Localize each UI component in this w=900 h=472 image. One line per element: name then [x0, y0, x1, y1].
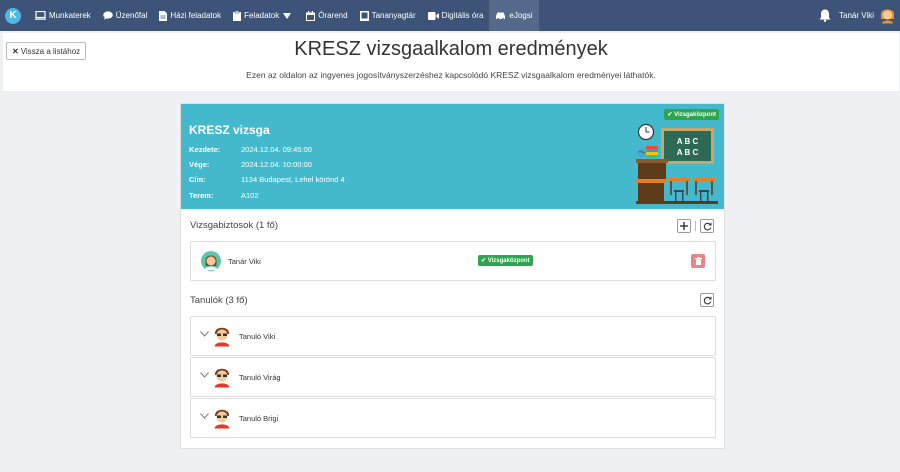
- delete-examiner-button[interactable]: [691, 254, 705, 268]
- examiner-avatar: [201, 251, 221, 271]
- refresh-examiners-button[interactable]: [700, 219, 714, 233]
- detail-label: Terem:: [189, 191, 214, 200]
- exam-header: KRESZ vizsga Kezdete: 2024.12.04. 09:45:…: [181, 104, 724, 209]
- student-row[interactable]: Tanuló Brigi: [190, 398, 716, 438]
- chat-icon: [102, 11, 113, 20]
- detail-value: A102: [241, 191, 259, 200]
- detail-value: 2024.12.04. 10:00:00: [241, 160, 312, 169]
- detail-label: Vége:: [189, 160, 210, 169]
- document-icon: [159, 10, 168, 21]
- user-name[interactable]: Tanár Viki: [839, 11, 874, 20]
- add-examiner-button[interactable]: [677, 219, 691, 233]
- student-name: Tanuló Virág: [239, 373, 281, 382]
- badge-label: Vizsgaközpont: [487, 258, 530, 264]
- exam-title: KRESZ vizsga: [189, 123, 270, 137]
- examiner-row: Tanár Viki ✔ Vizsgaközpont: [190, 241, 716, 281]
- detail-value: 1134 Budapest, Lehel körönd 4: [241, 175, 345, 184]
- car-icon: [496, 12, 506, 20]
- bell-icon[interactable]: [819, 9, 831, 22]
- refresh-students-button[interactable]: [700, 293, 714, 307]
- calendar-icon: [306, 10, 316, 21]
- button-separator: [695, 221, 696, 231]
- exam-detail-end: Vége: 2024.12.04. 10:00:00: [189, 160, 312, 169]
- nav-item-tananyagtar[interactable]: Tananyagtár: [354, 0, 422, 31]
- page-title: KRESZ vizsgaalkalom eredmények: [294, 38, 608, 60]
- student-row[interactable]: Tanuló Virág: [190, 357, 716, 397]
- nav-item-feladatok[interactable]: Feladatok: [227, 0, 300, 31]
- app-logo[interactable]: K: [5, 7, 21, 24]
- examiner-name: Tanár Viki: [228, 257, 261, 266]
- user-avatar[interactable]: [880, 7, 895, 24]
- board-text-line-2: A B C: [677, 148, 699, 157]
- trash-icon: [694, 257, 702, 265]
- monitor-icon: [35, 11, 46, 20]
- refresh-icon: [703, 222, 711, 230]
- page-subtitle: Ezen az oldalon az ingyenes jogosítványs…: [246, 70, 656, 80]
- nav-item-digitalis-ora[interactable]: Digitális óra: [422, 0, 490, 31]
- exam-card: KRESZ vizsga Kezdete: 2024.12.04. 09:45:…: [180, 103, 725, 449]
- chevron-down-icon[interactable]: [200, 331, 209, 337]
- nav-label: Munkaterek: [49, 11, 91, 20]
- top-navbar: K Munkaterek Üzenőfal Házi feladatok Fel…: [0, 0, 900, 31]
- chevron-down-icon[interactable]: [200, 413, 209, 419]
- nav-item-orarend[interactable]: Órarend: [300, 0, 353, 31]
- chevron-down-icon[interactable]: [200, 372, 209, 378]
- student-name: Tanuló Brigi: [239, 414, 279, 423]
- exam-center-badge: ✔ Vizsgaközpont: [664, 109, 719, 120]
- nav-label: Házi feladatok: [170, 11, 222, 20]
- student-row[interactable]: Tanuló Viki: [190, 316, 716, 356]
- badge-label: Vizsgaközpont: [674, 112, 716, 118]
- nav-item-ejogsi[interactable]: eJogsi: [489, 0, 539, 31]
- tasks-icon: [233, 10, 242, 21]
- detail-value: 2024.12.04. 09:45:00: [241, 145, 312, 154]
- page-header: ✕ Vissza a listához KRESZ vizsgaalkalom …: [3, 33, 899, 91]
- user-area: Tanár Viki: [819, 0, 895, 31]
- exam-detail-room: Terem: A102: [189, 191, 259, 200]
- nav-item-munkaterek[interactable]: Munkaterek: [29, 0, 97, 31]
- nav-label: Órarend: [318, 11, 348, 20]
- examiner-badge: ✔ Vizsgaközpont: [478, 255, 533, 266]
- nav-label: Feladatok: [244, 11, 280, 20]
- board-text-line-1: A B C: [677, 137, 699, 146]
- nav-label: Üzenőfal: [115, 11, 148, 20]
- nav-label: Digitális óra: [441, 11, 484, 20]
- classroom-illustration: A B C A B C: [636, 123, 718, 204]
- book-icon: [359, 10, 369, 21]
- student-avatar: [214, 327, 230, 347]
- examiners-section-title: Vizsgabiztosok (1 fő): [190, 220, 279, 231]
- students-section-title: Tanulók (3 fő): [190, 295, 248, 306]
- nav-label: Tananyagtár: [371, 11, 416, 20]
- detail-label: Kezdete:: [189, 145, 221, 154]
- video-icon: [427, 11, 439, 20]
- detail-label: Cím:: [189, 175, 206, 184]
- nav-item-hazi-feladatok[interactable]: Házi feladatok: [153, 0, 227, 31]
- exam-detail-address: Cím: 1134 Budapest, Lehel körönd 4: [189, 175, 345, 184]
- plus-icon: [680, 222, 688, 230]
- nav-label: eJogsi: [509, 11, 533, 20]
- student-name: Tanuló Viki: [239, 332, 276, 341]
- exam-detail-start: Kezdete: 2024.12.04. 09:45:00: [189, 145, 312, 154]
- nav-item-uzenofal[interactable]: Üzenőfal: [97, 0, 154, 31]
- student-avatar: [214, 368, 230, 388]
- caret-down-icon: [283, 12, 292, 19]
- student-avatar: [214, 409, 230, 429]
- refresh-icon: [703, 296, 711, 304]
